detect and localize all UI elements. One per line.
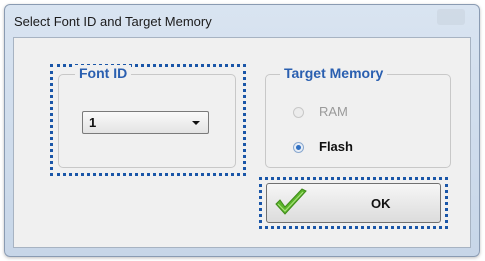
target-memory-group: Target Memory bbox=[265, 65, 451, 168]
ok-button-label: OK bbox=[371, 196, 391, 211]
close-button[interactable] bbox=[437, 9, 465, 25]
radio-selected-dot bbox=[296, 145, 301, 150]
font-id-group-label: Font ID bbox=[75, 65, 132, 81]
font-id-group: Font ID 1 bbox=[58, 65, 236, 168]
flash-radio[interactable] bbox=[293, 142, 304, 153]
font-id-selected-value: 1 bbox=[89, 115, 97, 130]
flash-radio-label: Flash bbox=[319, 139, 353, 154]
font-id-select[interactable]: 1 bbox=[82, 111, 209, 134]
ram-radio-label: RAM bbox=[319, 104, 348, 119]
dialog-window: Select Font ID and Target Memory Font ID… bbox=[4, 4, 480, 257]
title-bar[interactable]: Select Font ID and Target Memory bbox=[5, 5, 479, 37]
ok-button[interactable]: OK bbox=[266, 183, 441, 223]
dialog-client-area: Font ID 1 Target Memory RAM Flash OK bbox=[13, 37, 471, 248]
window-title: Select Font ID and Target Memory bbox=[14, 14, 212, 29]
checkmark-icon bbox=[275, 188, 307, 215]
chevron-down-icon[interactable] bbox=[192, 121, 200, 125]
ram-radio[interactable] bbox=[293, 107, 304, 118]
target-memory-group-label: Target Memory bbox=[280, 65, 388, 81]
